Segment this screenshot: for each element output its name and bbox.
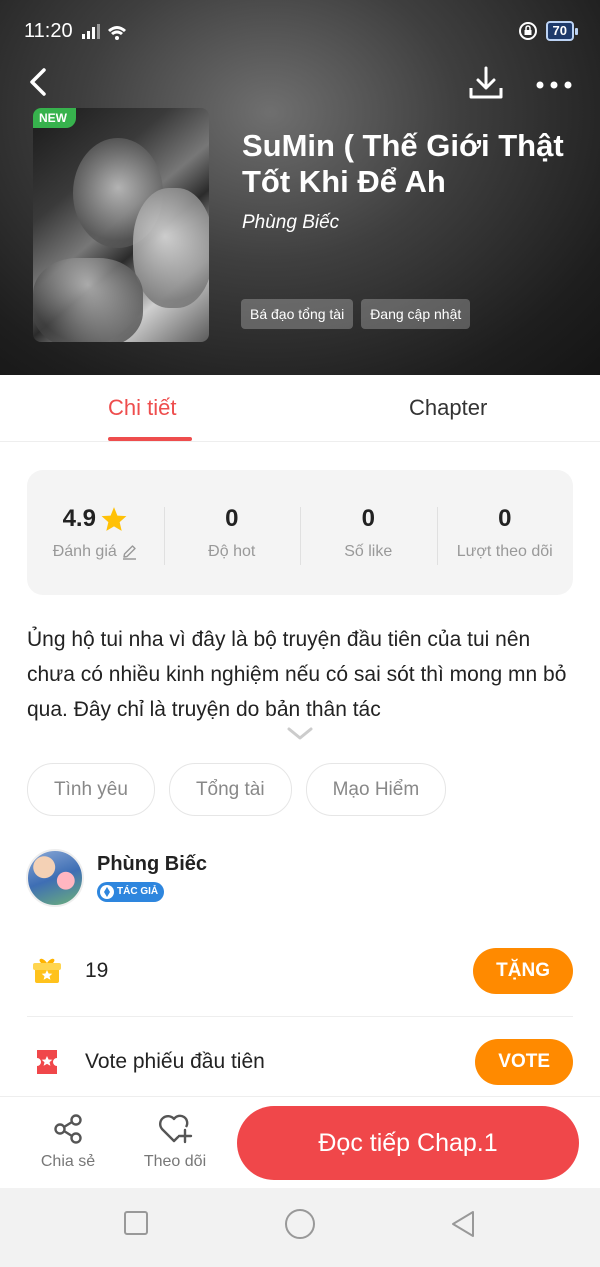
vote-row: Vote phiếu đầu tiên VOTE xyxy=(27,1032,573,1092)
share-icon xyxy=(54,1114,82,1144)
tab-detail[interactable]: Chi tiết xyxy=(108,395,176,421)
download-icon xyxy=(469,66,503,99)
follow-label: Lượt theo dõi xyxy=(456,542,553,560)
status-tags: Bá đạo tổng tài Đang cập nhật xyxy=(241,299,471,329)
follow-value: 0 xyxy=(498,504,512,532)
share-button[interactable]: Chia sẻ xyxy=(40,1111,96,1171)
back-nav-icon[interactable] xyxy=(449,1210,477,1238)
continue-reading-button[interactable]: Đọc tiếp Chap.1 xyxy=(237,1106,579,1180)
tab-bar: Chi tiết Chapter xyxy=(0,375,600,442)
rating-label: Đánh giá xyxy=(52,542,117,560)
gift-count: 19 xyxy=(85,959,109,982)
book-author[interactable]: Phùng Biếc xyxy=(242,212,339,234)
vote-button[interactable]: VOTE xyxy=(475,1039,573,1085)
diamond-icon xyxy=(100,885,114,899)
pencil-icon[interactable] xyxy=(121,543,138,560)
genre-tags: Tình yêu Tổng tài Mạo Hiểm xyxy=(27,763,447,816)
vote-ticket-icon xyxy=(27,1042,67,1082)
download-button[interactable] xyxy=(466,64,506,104)
author-badge-label: TÁC GIẢ xyxy=(117,886,159,897)
stat-follow: 0 Lượt theo dõi xyxy=(436,504,574,565)
battery-icon: 70 xyxy=(545,21,579,41)
divider xyxy=(27,1016,573,1017)
more-options-button[interactable] xyxy=(532,70,576,100)
active-tab-indicator xyxy=(108,437,192,441)
follow-button[interactable]: Theo dõi xyxy=(140,1111,210,1171)
bottom-action-bar: Chia sẻ Theo dõi Đọc tiếp Chap.1 xyxy=(0,1096,600,1188)
back-button[interactable] xyxy=(22,62,54,102)
hot-label: Độ hot xyxy=(208,542,256,560)
author-badge: TÁC GIẢ xyxy=(97,882,165,902)
gift-row: 19 TẶNG xyxy=(27,941,573,1001)
more-dots-icon xyxy=(536,81,572,89)
vote-text: Vote phiếu đầu tiên xyxy=(85,1050,265,1073)
stat-rating[interactable]: 4.9 Đánh giá xyxy=(27,505,164,561)
status-time: 11:20 xyxy=(24,20,73,42)
stats-card: 4.9 Đánh giá 0 Độ hot 0 Số like 0 Lượt t… xyxy=(27,470,573,595)
book-cover: NEW xyxy=(33,108,209,342)
book-title: SuMin ( Thế Giới Thật Tốt Khi Để Ah xyxy=(242,128,564,199)
gift-button[interactable]: TẶNG xyxy=(473,948,573,994)
book-header: 11:20 70 NEW SuMin (Thế Giới Thật Tốt K… xyxy=(0,0,600,375)
genre-tag[interactable]: Tổng tài xyxy=(168,763,292,816)
status-bar: 11:20 70 xyxy=(0,0,600,62)
stat-hot: 0 Độ hot xyxy=(163,504,301,565)
rating-value: 4.9 xyxy=(62,504,96,532)
tab-chapter[interactable]: Chapter xyxy=(409,395,487,421)
signal-wifi-icons xyxy=(82,22,126,45)
author-avatar[interactable] xyxy=(26,849,84,907)
genre-tag[interactable]: Mạo Hiểm xyxy=(305,763,447,816)
expand-description-button[interactable] xyxy=(286,726,314,742)
tag-category[interactable]: Bá đạo tổng tài xyxy=(241,299,354,329)
author-name[interactable]: Phùng Biếc xyxy=(97,853,207,876)
chevron-left-icon xyxy=(30,68,46,96)
tag-status: Đang cập nhật xyxy=(361,299,471,329)
hot-value: 0 xyxy=(225,504,239,532)
system-nav-bar xyxy=(0,1188,600,1267)
gift-icon xyxy=(27,951,67,991)
follow-label: Theo dõi xyxy=(143,1153,207,1170)
book-description: Ủng hộ tui nha vì đây là bộ truyện đầu t… xyxy=(27,628,567,721)
rotation-lock-icon xyxy=(518,22,537,40)
heart-plus-icon xyxy=(159,1114,193,1144)
genre-tag[interactable]: Tình yêu xyxy=(27,763,155,816)
stat-like: 0 Số like xyxy=(300,504,437,565)
home-icon[interactable] xyxy=(284,1208,316,1240)
chevron-down-icon xyxy=(287,727,313,740)
signal-icon xyxy=(82,24,126,40)
status-right: 70 xyxy=(518,21,579,41)
like-value: 0 xyxy=(361,504,375,532)
like-label: Số like xyxy=(344,542,393,560)
share-label: Chia sẻ xyxy=(40,1153,96,1170)
star-icon xyxy=(101,506,127,531)
new-badge: NEW xyxy=(33,108,76,128)
recent-apps-icon[interactable] xyxy=(123,1210,149,1236)
